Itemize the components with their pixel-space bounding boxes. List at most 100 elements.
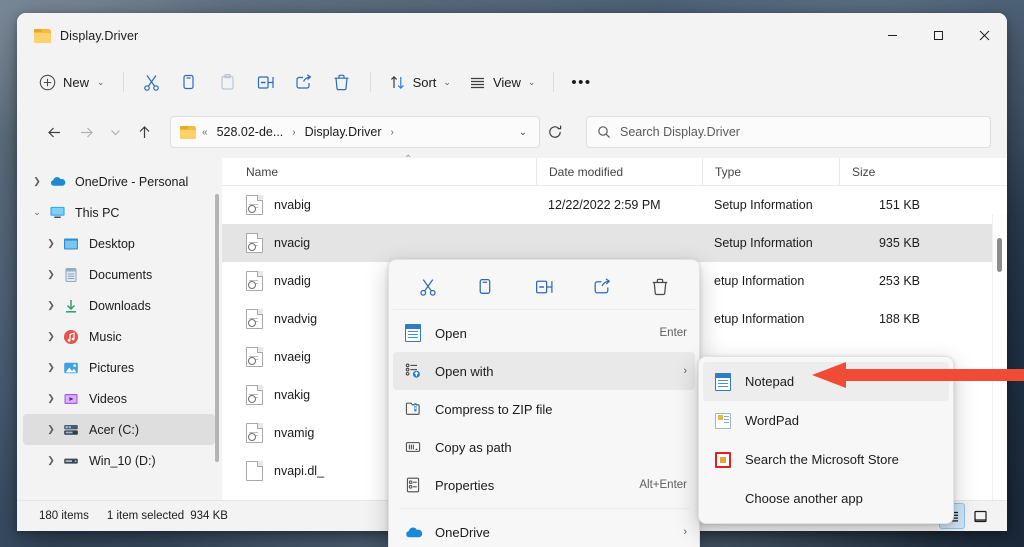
delete-icon[interactable] — [323, 65, 361, 99]
share-icon[interactable] — [285, 65, 323, 99]
context-menu-item-onedrive[interactable]: OneDrive › — [393, 513, 695, 547]
forward-arrow-icon[interactable] — [71, 117, 101, 147]
copy-icon[interactable] — [465, 269, 507, 305]
address-bar[interactable]: « 528.02-de... › Display.Driver › ⌄ — [170, 116, 540, 148]
sidebar-item-downloads[interactable]: ❯ Downloads — [23, 290, 215, 321]
sidebar-item-label: Pictures — [89, 360, 135, 375]
column-label-size: Size — [852, 164, 876, 179]
table-row[interactable]: nvabig 12/22/2022 2:59 PM Setup Informat… — [222, 186, 1007, 224]
context-menu-item-open[interactable]: Open Enter — [393, 314, 695, 352]
item-count-label: 180 items — [39, 510, 89, 522]
new-button[interactable]: New ⌄ — [31, 66, 114, 98]
sidebar-item-win10-d[interactable]: ❯ Win_10 (D:) — [23, 445, 215, 476]
sort-icon — [390, 75, 404, 89]
submenu-item-wordpad[interactable]: WordPad — [703, 401, 949, 440]
sidebar-item-videos[interactable]: ❯ Videos — [23, 383, 215, 414]
sidebar-item-label: Win_10 (D:) — [89, 453, 156, 468]
chevron-right-icon[interactable]: ❯ — [41, 424, 61, 435]
table-row[interactable]: nvacig Setup Information 935 KB — [222, 224, 1007, 262]
chevron-right-icon[interactable]: ❯ — [27, 176, 47, 187]
copy-icon[interactable] — [171, 65, 209, 99]
sidebar-item-pictures[interactable]: ❯ Pictures — [23, 352, 215, 383]
chevron-right-icon[interactable]: ❯ — [41, 269, 61, 280]
file-name: nvacig — [274, 236, 311, 250]
search-input[interactable]: Search Display.Driver — [586, 116, 991, 148]
rename-icon[interactable] — [523, 269, 565, 305]
context-menu-accelerator: Enter — [659, 327, 688, 339]
file-date-cell: 12/22/2022 2:59 PM — [548, 198, 661, 212]
context-menu-label: Properties — [435, 477, 495, 493]
context-menu-label: Copy as path — [435, 439, 512, 455]
sidebar-item-onedrive[interactable]: ❯ OneDrive - Personal — [23, 166, 215, 197]
column-label-name: Name — [246, 164, 279, 179]
breadcrumb-parent[interactable]: 528.02-de... — [214, 123, 287, 141]
share-icon[interactable] — [581, 269, 623, 305]
submenu-item-microsoft-store[interactable]: Search the Microsoft Store — [703, 440, 949, 479]
context-menu-accelerator: Alt+Enter — [639, 479, 687, 491]
sort-label: Sort — [412, 74, 437, 90]
back-arrow-icon[interactable] — [39, 117, 69, 147]
chevron-right-icon[interactable]: ❯ — [41, 362, 61, 373]
column-header-name[interactable]: Name ⌃ — [234, 154, 536, 186]
context-menu-item-open-with[interactable]: Open with › — [393, 352, 695, 390]
maximize-icon[interactable] — [915, 13, 961, 58]
see-more-icon[interactable]: ••• — [563, 66, 599, 98]
sidebar-scrollbar-thumb[interactable] — [215, 194, 219, 462]
sort-button[interactable]: Sort ⌄ — [380, 66, 460, 98]
up-arrow-icon[interactable] — [129, 117, 159, 147]
view-button[interactable]: View ⌄ — [460, 66, 545, 98]
this-pc-monitor-icon — [47, 204, 67, 221]
refresh-icon[interactable] — [542, 119, 568, 145]
submenu-label: Notepad — [745, 374, 795, 389]
file-name: nvabig — [274, 198, 311, 212]
view-label: View — [492, 74, 521, 90]
cut-icon[interactable] — [133, 65, 171, 99]
chevron-right-icon[interactable]: ❯ — [41, 238, 61, 249]
chevron-down-icon: ⌄ — [97, 76, 105, 87]
submenu-item-choose-another-app[interactable]: Choose another app — [703, 479, 949, 518]
minimize-icon[interactable] — [869, 13, 915, 58]
sidebar-item-label: OneDrive - Personal — [75, 174, 189, 189]
file-name-cell: nvabig — [234, 195, 536, 215]
column-header-size[interactable]: Size — [839, 157, 934, 186]
delete-icon[interactable] — [639, 269, 681, 305]
chevron-right-icon[interactable]: ❯ — [41, 455, 61, 466]
recent-locations-icon[interactable] — [103, 117, 127, 147]
cut-icon[interactable] — [407, 269, 449, 305]
rename-icon[interactable] — [247, 65, 285, 99]
context-menu-item-properties[interactable]: Properties Alt+Enter — [393, 466, 695, 504]
column-headers: Name ⌃ Date modified Type Size — [222, 154, 1007, 186]
sidebar-item-desktop[interactable]: ❯ Desktop — [23, 228, 215, 259]
breadcrumb-separator: › — [292, 126, 296, 138]
sidebar-item-documents[interactable]: ❯ Documents — [23, 259, 215, 290]
chevron-right-icon[interactable]: ❯ — [41, 393, 61, 404]
chevron-right-icon: › — [683, 526, 687, 538]
sidebar-item-label: Music — [89, 329, 122, 344]
context-menu-item-compress-zip[interactable]: Compress to ZIP file — [393, 390, 695, 428]
column-header-date-modified[interactable]: Date modified — [536, 157, 702, 186]
breadcrumb-current[interactable]: Display.Driver — [302, 123, 385, 141]
breadcrumb-dropdown-icon[interactable]: ⌄ — [511, 119, 535, 145]
file-list-scrollbar-thumb[interactable] — [997, 238, 1002, 272]
sidebar-item-this-pc[interactable]: ⌄ This PC — [23, 197, 215, 228]
sidebar-item-acer-c[interactable]: ❯ Acer (C:) — [23, 414, 215, 445]
file-type-cell: etup Information — [714, 312, 805, 326]
chevron-down-icon[interactable]: ⌄ — [27, 207, 47, 218]
paste-icon[interactable] — [209, 65, 247, 99]
window-controls — [869, 13, 1007, 58]
chevron-right-icon[interactable]: ❯ — [41, 300, 61, 311]
plus-circle-icon — [39, 74, 56, 90]
sidebar-item-music[interactable]: ❯ Music — [23, 321, 215, 352]
close-icon[interactable] — [961, 13, 1007, 58]
context-menu-label: Compress to ZIP file — [435, 401, 553, 417]
large-icons-view-icon[interactable] — [967, 503, 993, 529]
context-menu-item-copy-as-path[interactable]: Copy as path — [393, 428, 695, 466]
breadcrumb-overflow[interactable]: « — [201, 127, 209, 138]
file-name: nvadig — [274, 274, 311, 288]
column-header-type[interactable]: Type — [702, 157, 839, 186]
command-bar: New ⌄ Sort ⌄ View ⌄ ••• — [17, 58, 1007, 106]
chevron-right-icon[interactable]: ❯ — [41, 331, 61, 342]
file-name: nvadvig — [274, 312, 318, 326]
sidebar-item-label: Acer (C:) — [89, 422, 139, 437]
file-name-cell: nvacig — [234, 233, 536, 253]
